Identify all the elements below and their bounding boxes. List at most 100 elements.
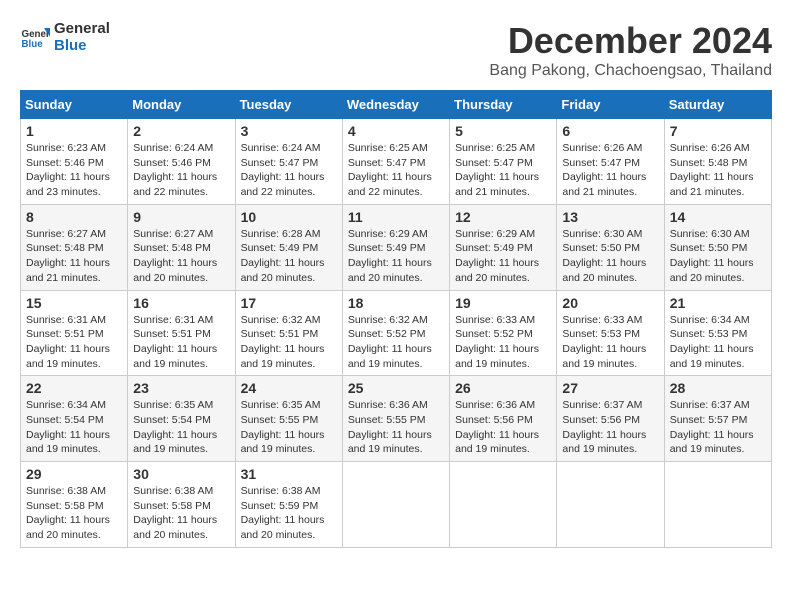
calendar-day-cell — [450, 462, 557, 548]
calendar-week-row: 15 Sunrise: 6:31 AM Sunset: 5:51 PM Dayli… — [21, 290, 772, 376]
day-number: 23 — [133, 380, 229, 396]
calendar-day-cell: 21 Sunrise: 6:34 AM Sunset: 5:53 PM Dayli… — [664, 290, 771, 376]
calendar-week-row: 22 Sunrise: 6:34 AM Sunset: 5:54 PM Dayli… — [21, 376, 772, 462]
day-info: Sunrise: 6:38 AM Sunset: 5:58 PM Dayligh… — [26, 484, 122, 543]
day-info: Sunrise: 6:38 AM Sunset: 5:58 PM Dayligh… — [133, 484, 229, 543]
day-number: 30 — [133, 466, 229, 482]
day-info: Sunrise: 6:25 AM Sunset: 5:47 PM Dayligh… — [348, 141, 444, 200]
day-number: 27 — [562, 380, 658, 396]
day-number: 5 — [455, 123, 551, 139]
day-number: 19 — [455, 295, 551, 311]
day-number: 13 — [562, 209, 658, 225]
day-number: 24 — [241, 380, 337, 396]
calendar-header-cell: Sunday — [21, 91, 128, 119]
day-info: Sunrise: 6:23 AM Sunset: 5:46 PM Dayligh… — [26, 141, 122, 200]
calendar-day-cell: 28Sunrise: 6:37 AM Sunset: 5:57 PM Dayli… — [664, 376, 771, 462]
logo: General Blue General Blue — [20, 20, 110, 54]
calendar-week-row: 1 Sunrise: 6:23 AM Sunset: 5:46 PM Daylig… — [21, 119, 772, 205]
calendar-day-cell: 1 Sunrise: 6:23 AM Sunset: 5:46 PM Daylig… — [21, 119, 128, 205]
calendar-day-cell: 10 Sunrise: 6:28 AM Sunset: 5:49 PM Dayli… — [235, 204, 342, 290]
calendar-day-cell: 26 Sunrise: 6:36 AM Sunset: 5:56 PM Dayli… — [450, 376, 557, 462]
calendar-day-cell: 15 Sunrise: 6:31 AM Sunset: 5:51 PM Dayli… — [21, 290, 128, 376]
calendar-day-cell: 29 Sunrise: 6:38 AM Sunset: 5:58 PM Dayli… — [21, 462, 128, 548]
calendar-header-row: SundayMondayTuesdayWednesdayThursdayFrid… — [21, 91, 772, 119]
day-info: Sunrise: 6:34 AM Sunset: 5:54 PM Dayligh… — [26, 398, 122, 457]
day-info: Sunrise: 6:26 AM Sunset: 5:47 PM Dayligh… — [562, 141, 658, 200]
day-number: 26 — [455, 380, 551, 396]
day-info: Sunrise: 6:35 AM Sunset: 5:54 PM Dayligh… — [133, 398, 229, 457]
day-number: 10 — [241, 209, 337, 225]
calendar-day-cell — [557, 462, 664, 548]
calendar-header-cell: Wednesday — [342, 91, 449, 119]
day-info: Sunrise: 6:36 AM Sunset: 5:55 PM Dayligh… — [348, 398, 444, 457]
day-number: 3 — [241, 123, 337, 139]
calendar-day-cell: 14Sunrise: 6:30 AM Sunset: 5:50 PM Dayli… — [664, 204, 771, 290]
calendar-day-cell: 5 Sunrise: 6:25 AM Sunset: 5:47 PM Daylig… — [450, 119, 557, 205]
day-number: 2 — [133, 123, 229, 139]
day-info: Sunrise: 6:35 AM Sunset: 5:55 PM Dayligh… — [241, 398, 337, 457]
calendar-table: SundayMondayTuesdayWednesdayThursdayFrid… — [20, 90, 772, 548]
day-number: 1 — [26, 123, 122, 139]
day-info: Sunrise: 6:29 AM Sunset: 5:49 PM Dayligh… — [348, 227, 444, 286]
month-title: December 2024 — [489, 20, 772, 62]
day-number: 29 — [26, 466, 122, 482]
day-info: Sunrise: 6:31 AM Sunset: 5:51 PM Dayligh… — [26, 313, 122, 372]
calendar-body: 1 Sunrise: 6:23 AM Sunset: 5:46 PM Daylig… — [21, 119, 772, 548]
day-info: Sunrise: 6:32 AM Sunset: 5:52 PM Dayligh… — [348, 313, 444, 372]
day-info: Sunrise: 6:28 AM Sunset: 5:49 PM Dayligh… — [241, 227, 337, 286]
day-info: Sunrise: 6:25 AM Sunset: 5:47 PM Dayligh… — [455, 141, 551, 200]
calendar-week-row: 8 Sunrise: 6:27 AM Sunset: 5:48 PM Daylig… — [21, 204, 772, 290]
calendar-day-cell: 7 Sunrise: 6:26 AM Sunset: 5:48 PM Daylig… — [664, 119, 771, 205]
calendar-day-cell: 18 Sunrise: 6:32 AM Sunset: 5:52 PM Dayli… — [342, 290, 449, 376]
day-info: Sunrise: 6:27 AM Sunset: 5:48 PM Dayligh… — [26, 227, 122, 286]
day-number: 17 — [241, 295, 337, 311]
calendar-day-cell: 27Sunrise: 6:37 AM Sunset: 5:56 PM Dayli… — [557, 376, 664, 462]
day-info: Sunrise: 6:38 AM Sunset: 5:59 PM Dayligh… — [241, 484, 337, 543]
calendar-day-cell — [664, 462, 771, 548]
day-info: Sunrise: 6:33 AM Sunset: 5:52 PM Dayligh… — [455, 313, 551, 372]
day-info: Sunrise: 6:26 AM Sunset: 5:48 PM Dayligh… — [670, 141, 766, 200]
day-info: Sunrise: 6:34 AM Sunset: 5:53 PM Dayligh… — [670, 313, 766, 372]
logo-icon: General Blue — [20, 22, 50, 52]
calendar-day-cell: 25Sunrise: 6:36 AM Sunset: 5:55 PM Dayli… — [342, 376, 449, 462]
calendar-day-cell: 31 Sunrise: 6:38 AM Sunset: 5:59 PM Dayli… — [235, 462, 342, 548]
calendar-day-cell: 30 Sunrise: 6:38 AM Sunset: 5:58 PM Dayli… — [128, 462, 235, 548]
day-number: 8 — [26, 209, 122, 225]
calendar-day-cell: 22 Sunrise: 6:34 AM Sunset: 5:54 PM Dayli… — [21, 376, 128, 462]
calendar-day-cell: 6 Sunrise: 6:26 AM Sunset: 5:47 PM Daylig… — [557, 119, 664, 205]
day-number: 18 — [348, 295, 444, 311]
logo-line2: Blue — [54, 37, 110, 54]
day-number: 31 — [241, 466, 337, 482]
day-info: Sunrise: 6:36 AM Sunset: 5:56 PM Dayligh… — [455, 398, 551, 457]
svg-text:Blue: Blue — [22, 39, 44, 50]
calendar-day-cell: 2Sunrise: 6:24 AM Sunset: 5:46 PM Daylig… — [128, 119, 235, 205]
calendar-day-cell: 19 Sunrise: 6:33 AM Sunset: 5:52 PM Dayli… — [450, 290, 557, 376]
day-number: 22 — [26, 380, 122, 396]
calendar-day-cell: 4Sunrise: 6:25 AM Sunset: 5:47 PM Daylig… — [342, 119, 449, 205]
day-info: Sunrise: 6:29 AM Sunset: 5:49 PM Dayligh… — [455, 227, 551, 286]
day-number: 12 — [455, 209, 551, 225]
day-number: 11 — [348, 209, 444, 225]
calendar-day-cell: 11 Sunrise: 6:29 AM Sunset: 5:49 PM Dayli… — [342, 204, 449, 290]
day-info: Sunrise: 6:27 AM Sunset: 5:48 PM Dayligh… — [133, 227, 229, 286]
header: General Blue General Blue December 2024 … — [20, 20, 772, 80]
title-area: December 2024 Bang Pakong, Chachoengsao,… — [489, 20, 772, 80]
day-info: Sunrise: 6:24 AM Sunset: 5:47 PM Dayligh… — [241, 141, 337, 200]
day-info: Sunrise: 6:30 AM Sunset: 5:50 PM Dayligh… — [670, 227, 766, 286]
calendar-day-cell: 3 Sunrise: 6:24 AM Sunset: 5:47 PM Daylig… — [235, 119, 342, 205]
day-number: 9 — [133, 209, 229, 225]
location-title: Bang Pakong, Chachoengsao, Thailand — [489, 62, 772, 80]
day-info: Sunrise: 6:37 AM Sunset: 5:57 PM Dayligh… — [670, 398, 766, 457]
day-number: 6 — [562, 123, 658, 139]
day-number: 21 — [670, 295, 766, 311]
calendar-day-cell: 23 Sunrise: 6:35 AM Sunset: 5:54 PM Dayli… — [128, 376, 235, 462]
calendar-header-cell: Monday — [128, 91, 235, 119]
calendar-header-cell: Saturday — [664, 91, 771, 119]
calendar-day-cell: 17 Sunrise: 6:32 AM Sunset: 5:51 PM Dayli… — [235, 290, 342, 376]
day-info: Sunrise: 6:33 AM Sunset: 5:53 PM Dayligh… — [562, 313, 658, 372]
day-number: 16 — [133, 295, 229, 311]
day-number: 15 — [26, 295, 122, 311]
day-info: Sunrise: 6:32 AM Sunset: 5:51 PM Dayligh… — [241, 313, 337, 372]
calendar-week-row: 29 Sunrise: 6:38 AM Sunset: 5:58 PM Dayli… — [21, 462, 772, 548]
day-number: 7 — [670, 123, 766, 139]
